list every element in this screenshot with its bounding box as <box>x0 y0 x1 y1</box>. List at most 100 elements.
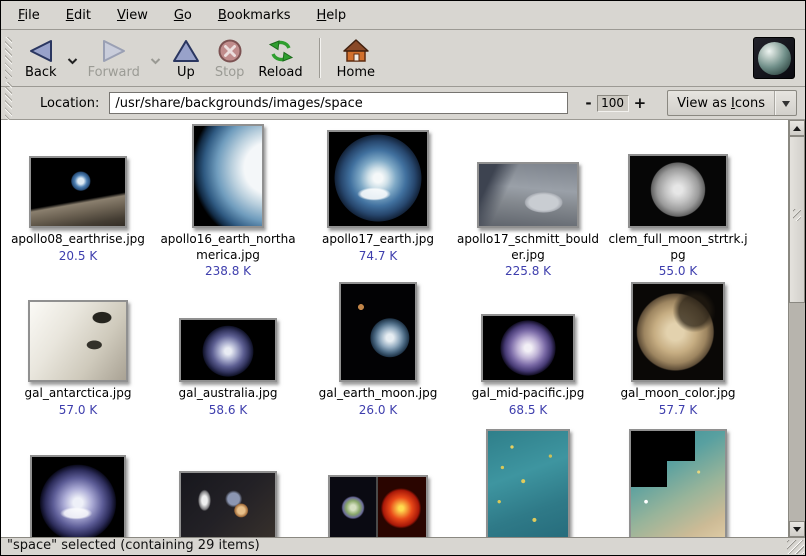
location-bar: Location: - 100 + View as Icons <box>1 87 805 120</box>
view-mode-arrow-icon <box>776 96 796 111</box>
scroll-up-button[interactable] <box>789 120 805 136</box>
location-input[interactable] <box>109 92 568 114</box>
back-label: Back <box>25 65 57 80</box>
file-item[interactable]: clem_full_moon_strtrk.jpg55.0 K <box>603 124 753 278</box>
back-history-dropdown[interactable] <box>64 50 81 69</box>
up-icon <box>171 36 201 64</box>
back-icon <box>26 36 56 64</box>
forward-button[interactable]: Forward <box>81 34 147 82</box>
menu-edit-label: Edit <box>66 8 91 23</box>
scroll-down-button[interactable] <box>789 521 805 537</box>
file-thumbnail[interactable] <box>628 154 728 228</box>
file-item[interactable]: gal_earth_moon.jpg26.0 K <box>303 278 453 417</box>
file-size: 57.7 K <box>620 402 735 417</box>
file-thumbnail[interactable] <box>629 429 727 537</box>
file-thumbnail[interactable] <box>179 471 277 537</box>
menu-help[interactable]: Help <box>304 3 360 28</box>
file-item[interactable] <box>153 427 303 537</box>
file-thumbnail[interactable] <box>328 475 428 537</box>
throbber-globe-icon <box>758 42 791 75</box>
status-bar: "space" selected (containing 29 items) <box>1 537 805 555</box>
file-item[interactable] <box>303 427 453 537</box>
file-item[interactable]: apollo16_earth_northamerica.jpg238.8 K <box>153 124 303 278</box>
resize-grip[interactable] <box>787 540 804 554</box>
status-text: "space" selected (containing 29 items) <box>7 538 260 553</box>
file-manager-window: File Edit View Go Bookmarks Help Back Fo… <box>0 0 806 556</box>
file-item[interactable]: gal_moon_color.jpg57.7 K <box>603 278 753 417</box>
file-size: 58.6 K <box>179 402 278 417</box>
stop-label: Stop <box>215 65 245 80</box>
file-item[interactable]: gal_mid-pacific.jpg68.5 K <box>453 278 603 417</box>
file-thumbnail[interactable] <box>28 300 128 382</box>
menu-go-label: Go <box>174 8 192 23</box>
file-item[interactable]: gal_australia.jpg58.6 K <box>153 278 303 417</box>
file-size: 68.5 K <box>472 402 585 417</box>
file-item[interactable]: apollo08_earthrise.jpg20.5 K <box>3 124 153 278</box>
file-thumbnail[interactable] <box>327 130 429 228</box>
up-button[interactable]: Up <box>164 34 208 82</box>
scroll-down-arrow-icon <box>793 527 801 536</box>
file-thumbnail[interactable] <box>179 318 277 382</box>
reload-label: Reload <box>258 65 302 80</box>
file-item[interactable]: gal_antarctica.jpg57.0 K <box>3 278 153 417</box>
file-thumbnail[interactable] <box>486 429 570 537</box>
forward-label: Forward <box>88 65 140 80</box>
icon-view: apollo08_earthrise.jpg20.5 K apollo16_ea… <box>1 120 805 537</box>
forward-icon <box>99 36 129 64</box>
file-item[interactable]: apollo17_schmitt_boulder.jpg225.8 K <box>453 124 603 278</box>
toolbar-separator <box>319 38 321 78</box>
forward-history-dropdown[interactable] <box>147 50 164 69</box>
home-button[interactable]: Home <box>330 34 382 82</box>
file-name: apollo08_earthrise.jpg <box>11 232 145 248</box>
file-name: clem_full_moon_strtrk.jpg <box>607 232 750 263</box>
zoom-in-button[interactable]: + <box>629 95 652 111</box>
file-name: apollo17_earth.jpg <box>322 232 434 248</box>
file-size: 225.8 K <box>457 263 600 278</box>
home-icon <box>342 36 370 64</box>
reload-button[interactable]: Reload <box>251 34 309 82</box>
file-item[interactable] <box>3 427 153 537</box>
up-label: Up <box>177 65 195 80</box>
menu-bar: File Edit View Go Bookmarks Help <box>1 1 805 30</box>
file-size: 55.0 K <box>607 263 750 278</box>
file-size: 20.5 K <box>11 248 145 263</box>
menu-go[interactable]: Go <box>161 3 205 28</box>
menu-view-label: View <box>117 8 148 23</box>
menu-bookmarks[interactable]: Bookmarks <box>205 3 304 28</box>
file-thumbnail[interactable] <box>481 314 575 382</box>
menu-file[interactable]: File <box>5 3 53 28</box>
file-item[interactable]: apollo17_earth.jpg74.7 K <box>303 124 453 278</box>
file-size: 57.0 K <box>25 402 132 417</box>
file-size: 238.8 K <box>157 263 300 278</box>
zoom-level: 100 <box>597 95 629 112</box>
zoom-controls: - 100 + <box>580 95 651 112</box>
scrollbar-thumb[interactable] <box>789 136 805 303</box>
file-thumbnail[interactable] <box>29 156 127 228</box>
menu-help-label: Help <box>317 8 347 23</box>
view-mode-label: View as Icons <box>668 96 774 111</box>
location-bar-drag-handle[interactable] <box>5 82 12 124</box>
vertical-scrollbar[interactable] <box>788 120 805 537</box>
file-thumbnail[interactable] <box>192 124 264 228</box>
file-name: apollo17_schmitt_boulder.jpg <box>457 232 600 263</box>
file-name: apollo16_earth_northamerica.jpg <box>157 232 300 263</box>
file-thumbnail[interactable] <box>477 162 579 228</box>
reload-icon <box>268 36 294 64</box>
icon-grid: apollo08_earthrise.jpg20.5 K apollo16_ea… <box>3 120 788 537</box>
file-thumbnail[interactable] <box>30 455 126 537</box>
toolbar: Back Forward Up Stop <box>1 30 805 87</box>
view-mode-dropdown[interactable]: View as Icons <box>667 90 797 116</box>
file-thumbnail[interactable] <box>339 282 417 382</box>
stop-icon <box>217 36 243 64</box>
throbber <box>753 37 795 79</box>
toolbar-drag-handle[interactable] <box>5 37 12 79</box>
zoom-out-button[interactable]: - <box>580 95 596 111</box>
file-item[interactable] <box>603 427 753 537</box>
stop-button[interactable]: Stop <box>208 34 252 82</box>
back-button[interactable]: Back <box>18 34 64 82</box>
file-item[interactable] <box>453 427 603 537</box>
menu-edit[interactable]: Edit <box>53 3 104 28</box>
menu-view[interactable]: View <box>104 3 161 28</box>
file-name: gal_australia.jpg <box>179 386 278 402</box>
file-thumbnail[interactable] <box>631 282 725 382</box>
